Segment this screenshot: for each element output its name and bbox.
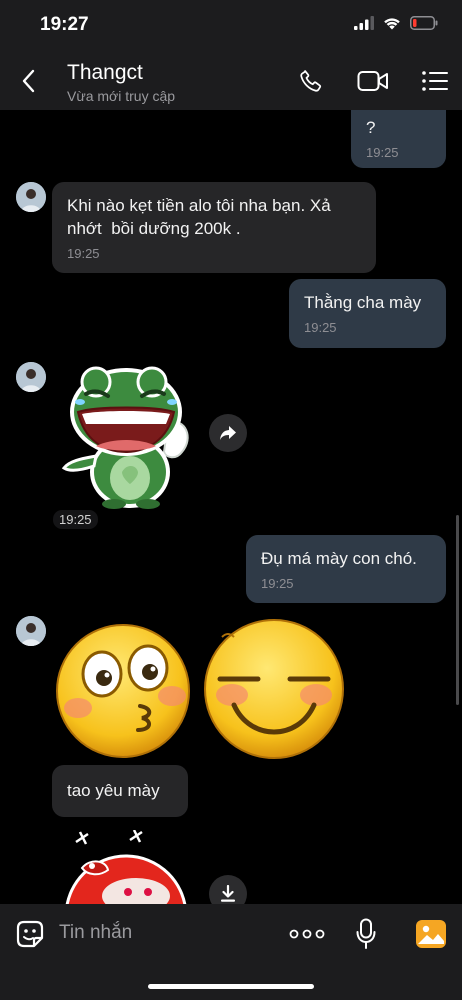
message-text: Đụ má mày con chó. [261, 549, 417, 568]
message-time: 19:25 [366, 145, 399, 160]
share-forward-icon [220, 426, 236, 440]
chevron-left-icon [22, 69, 35, 93]
avatar-photo-icon [16, 616, 46, 646]
avatar-photo-icon [16, 362, 46, 392]
download-button[interactable] [209, 875, 247, 904]
status-icons [354, 16, 438, 30]
message-list[interactable]: ? 19:25 Khi nào kẹt tiền alo tôi nha bạn… [0, 110, 462, 904]
avatar[interactable] [16, 362, 46, 392]
more-button[interactable] [288, 916, 326, 952]
back-button[interactable] [14, 64, 42, 98]
sticker-button[interactable] [12, 916, 48, 952]
sticker-smile-icon [16, 920, 44, 948]
message-time: 19:25 [67, 246, 100, 261]
image-gallery-icon [416, 920, 446, 948]
microphone-icon [356, 918, 376, 949]
chat-menu-button[interactable] [418, 64, 452, 98]
message-bubble-incoming[interactable]: Khi nào kẹt tiền alo tôi nha bạn. Xả nhớ… [52, 182, 376, 273]
image-button[interactable] [414, 916, 448, 952]
status-bar: 19:27 [0, 0, 462, 52]
kissing-face-emoji[interactable] [54, 622, 192, 760]
relieved-face-emoji[interactable] [202, 617, 346, 761]
more-dots-icon [289, 929, 325, 939]
video-camera-icon [357, 71, 388, 91]
contact-name[interactable]: Thangct [67, 61, 143, 85]
avatar[interactable] [16, 616, 46, 646]
message-input-bar: Tin nhắn [0, 904, 462, 1000]
cellular-signal-icon [354, 16, 374, 30]
list-menu-icon [422, 71, 448, 91]
share-button[interactable] [209, 414, 247, 452]
download-icon [221, 885, 235, 902]
home-indicator [148, 984, 314, 989]
wifi-icon [384, 18, 400, 30]
avatar-photo-icon [16, 182, 46, 212]
message-input[interactable]: Tin nhắn [59, 922, 132, 944]
message-text: Thằng cha mày [304, 293, 422, 312]
message-time: 19:25 [261, 576, 294, 591]
phone-icon [300, 70, 322, 92]
red-character-sticker[interactable] [60, 830, 190, 904]
message-text: Khi nào kẹt tiền alo tôi nha bạn. Xả nhớ… [67, 196, 331, 238]
voice-message-button[interactable] [352, 916, 380, 952]
message-time: 19:25 [53, 510, 98, 529]
laughing-frog-sticker[interactable] [56, 360, 196, 510]
chat-header: Thangct Vừa mới truy cập [0, 52, 462, 110]
message-time: 19:25 [304, 320, 337, 335]
status-time: 19:27 [40, 14, 89, 35]
scrollbar[interactable] [456, 515, 459, 705]
message-bubble-outgoing[interactable]: ? 19:25 [351, 110, 446, 168]
contact-status: Vừa mới truy cập [67, 88, 176, 104]
avatar[interactable] [16, 182, 46, 212]
message-bubble-incoming[interactable]: tao yêu mày [52, 765, 188, 817]
message-bubble-outgoing[interactable]: Thằng cha mày 19:25 [289, 279, 446, 348]
battery-low-icon [410, 16, 438, 30]
call-button[interactable] [294, 64, 328, 98]
video-call-button[interactable] [354, 64, 392, 98]
message-bubble-outgoing[interactable]: Đụ má mày con chó. 19:25 [246, 535, 446, 603]
message-text: tao yêu mày [67, 781, 160, 800]
message-text: ? [366, 118, 376, 137]
